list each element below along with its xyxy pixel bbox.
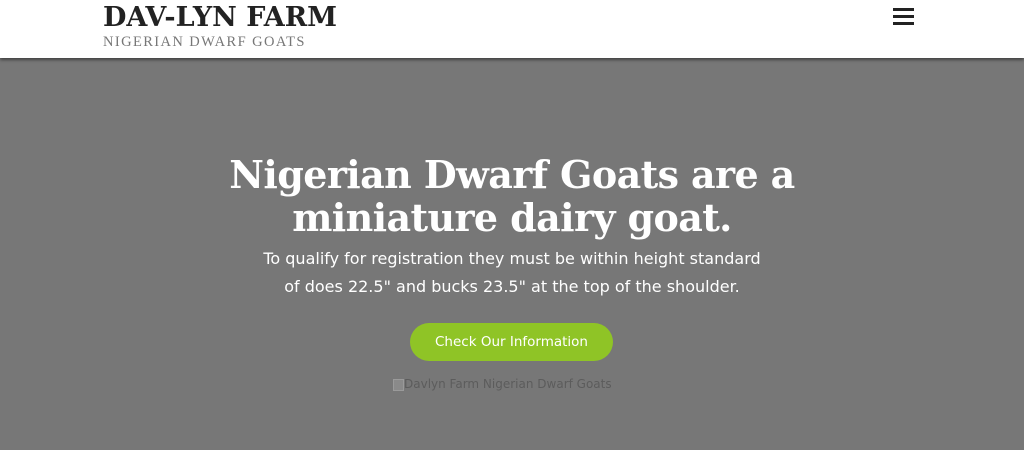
site-title[interactable]: DAV-LYN FARM: [103, 2, 337, 34]
hero-headline-line1: Nigerian Dwarf Goats are a: [229, 152, 795, 197]
site-subtitle: NIGERIAN DWARF GOATS: [103, 34, 306, 50]
hero-headline-line2: miniature dairy goat.: [292, 195, 732, 240]
hero-image-alt-text: Davlyn Farm Nigerian Dwarf Goats: [404, 378, 612, 391]
broken-image-icon: [393, 379, 404, 391]
hero-description: To qualify for registration they must be…: [212, 245, 812, 301]
hero-description-line1: To qualify for registration they must be…: [263, 249, 761, 268]
hero-section: Nigerian Dwarf Goats are a miniature dai…: [0, 58, 1024, 450]
check-information-button[interactable]: Check Our Information: [410, 323, 613, 361]
hero-image: Davlyn Farm Nigerian Dwarf Goats: [393, 378, 633, 392]
hamburger-menu-icon[interactable]: [893, 8, 914, 26]
site-header: DAV-LYN FARM NIGERIAN DWARF GOATS: [0, 0, 1024, 58]
hero-description-line2: of does 22.5" and bucks 23.5" at the top…: [284, 277, 740, 296]
hero-headline: Nigerian Dwarf Goats are a miniature dai…: [112, 153, 912, 239]
